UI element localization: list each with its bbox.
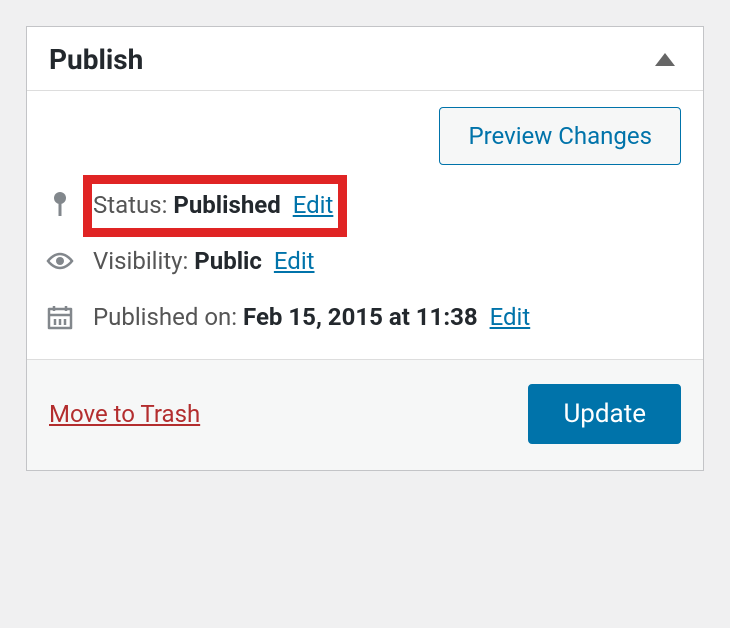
pin-icon [45,191,75,219]
publish-panel-body: Preview Changes Status: Published Edit [27,91,703,359]
eye-icon [45,251,75,271]
edit-visibility-link[interactable]: Edit [274,247,315,275]
status-value: Published [173,191,280,219]
calendar-icon [45,303,75,331]
publish-panel-header[interactable]: Publish [27,27,703,91]
visibility-row: Visibility: Public Edit [45,247,685,275]
visibility-text: Visibility: Public Edit [93,247,315,275]
status-text: Status: Published Edit [93,191,333,219]
status-label: Status: [93,191,167,219]
publish-panel: Publish Preview Changes Status: Publishe… [26,26,704,471]
edit-published-link[interactable]: Edit [490,303,531,331]
published-text: Published on: Feb 15, 2015 at 11:38 Edit [93,303,530,331]
status-highlight: Status: Published Edit [93,191,333,219]
move-to-trash-link[interactable]: Move to Trash [49,400,200,428]
published-row: Published on: Feb 15, 2015 at 11:38 Edit [45,303,685,331]
visibility-value: Public [194,247,262,275]
publish-panel-footer: Move to Trash Update [27,359,703,470]
preview-row: Preview Changes [45,107,685,165]
collapse-triangle-icon [655,53,675,66]
update-button[interactable]: Update [528,384,681,444]
visibility-label: Visibility: [93,247,188,275]
published-value: Feb 15, 2015 at 11:38 [243,303,478,331]
edit-status-link[interactable]: Edit [293,191,334,219]
published-label: Published on: [93,303,237,331]
status-row: Status: Published Edit [45,191,685,219]
preview-changes-button[interactable]: Preview Changes [439,107,681,165]
panel-title: Publish [49,43,143,76]
